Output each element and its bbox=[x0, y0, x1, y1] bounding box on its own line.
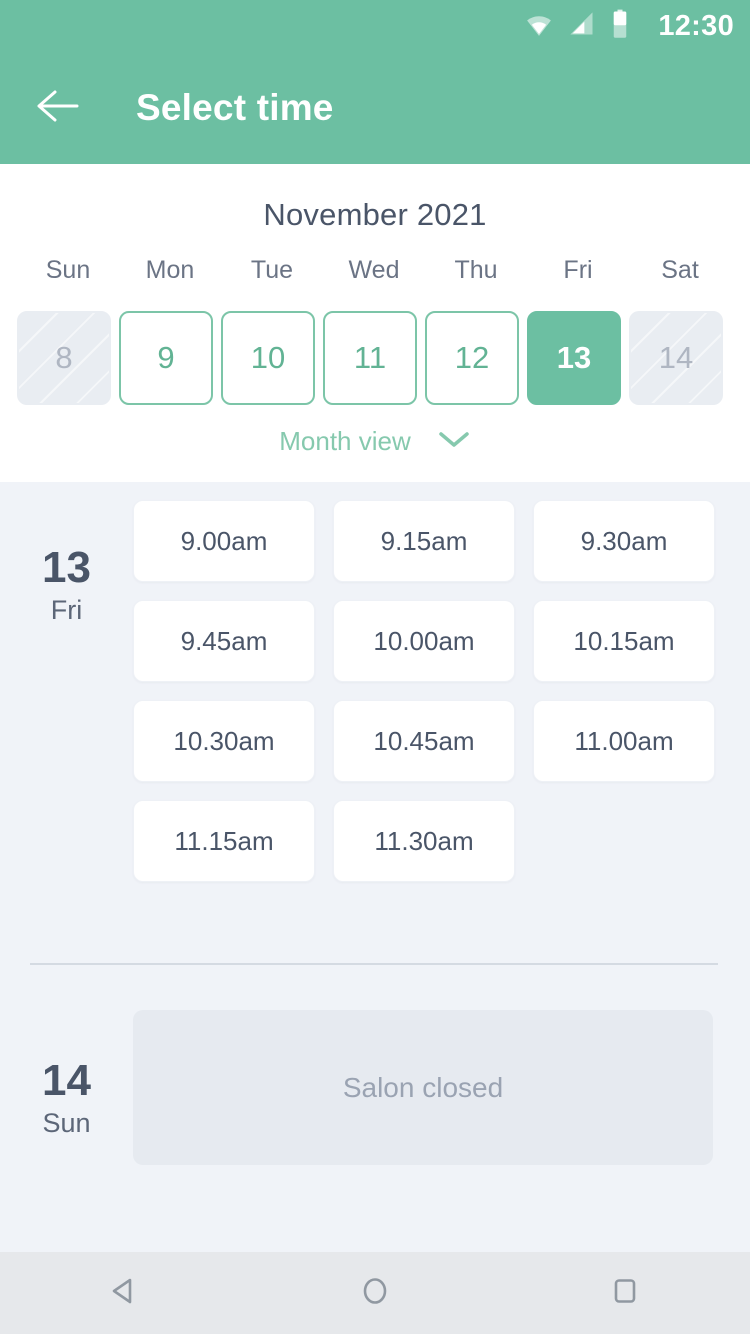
date-cell-row: 8 9 10 11 12 13 14 bbox=[17, 311, 731, 405]
time-slot[interactable]: 11.15am bbox=[133, 800, 315, 882]
weekday-header: Sat bbox=[661, 256, 699, 284]
time-slot[interactable]: 10.45am bbox=[333, 700, 515, 782]
phone-screen: 12:30 Select time November 2021 Sun Mon … bbox=[0, 0, 750, 1334]
time-slot[interactable]: 11.30am bbox=[333, 800, 515, 882]
calendar-month-title: November 2021 bbox=[263, 197, 487, 232]
date-cell-9[interactable]: 9 bbox=[119, 311, 213, 405]
weekday-header: Tue bbox=[250, 256, 294, 284]
nav-home-circle-icon bbox=[355, 1271, 395, 1316]
back-button[interactable] bbox=[28, 78, 88, 138]
weekday-header: Thu bbox=[454, 256, 498, 284]
date-cell-14: 14 bbox=[629, 311, 723, 405]
date-cell-10[interactable]: 10 bbox=[221, 311, 315, 405]
month-view-label: Month view bbox=[279, 426, 411, 456]
date-cell-12[interactable]: 12 bbox=[425, 311, 519, 405]
day-weekday: Fri bbox=[50, 595, 83, 626]
weekday-header: Fri bbox=[563, 256, 593, 284]
nav-back-triangle-icon bbox=[105, 1271, 145, 1316]
signal-icon bbox=[568, 10, 596, 43]
battery-icon bbox=[610, 9, 630, 44]
nav-recents-square-icon bbox=[605, 1271, 645, 1316]
nav-home-button[interactable] bbox=[325, 1252, 425, 1334]
time-slot[interactable]: 10.00am bbox=[333, 600, 515, 682]
page-title: Select time bbox=[136, 87, 334, 128]
status-icons: 12:30 bbox=[524, 9, 734, 44]
status-bar: 12:30 bbox=[0, 0, 750, 52]
section-divider bbox=[30, 963, 718, 965]
weekday-header: Sun bbox=[45, 256, 91, 284]
time-slot[interactable]: 9.30am bbox=[533, 500, 715, 582]
nav-back-button[interactable] bbox=[75, 1252, 175, 1334]
weekday-header: Wed bbox=[348, 256, 400, 284]
time-slot-grid: 9.00am 9.15am 9.30am 9.45am 10.00am 10.1… bbox=[133, 482, 715, 882]
time-slot[interactable]: 9.45am bbox=[133, 600, 315, 682]
schedule-day-13: 13 Fri 9.00am 9.15am 9.30am 9.45am 10.00… bbox=[0, 482, 750, 882]
schedule-day-14: 14 Sun Salon closed bbox=[0, 1010, 750, 1165]
day-label-13: 13 Fri bbox=[0, 482, 133, 882]
time-slot[interactable]: 9.15am bbox=[333, 500, 515, 582]
chevron-down-icon bbox=[437, 429, 471, 454]
app-bar: Select time bbox=[0, 52, 750, 164]
schedule-list: 13 Fri 9.00am 9.15am 9.30am 9.45am 10.00… bbox=[0, 482, 750, 1252]
weekday-header-row: Sun Mon Tue Wed Thu Fri Sat bbox=[0, 256, 750, 285]
time-slot[interactable]: 9.00am bbox=[133, 500, 315, 582]
day-label-14: 14 Sun bbox=[0, 1010, 133, 1165]
android-navigation-bar bbox=[0, 1252, 750, 1334]
time-slot[interactable]: 11.00am bbox=[533, 700, 715, 782]
date-cell-13[interactable]: 13 bbox=[527, 311, 621, 405]
weekday-header: Mon bbox=[145, 256, 195, 284]
time-slot[interactable]: 10.30am bbox=[133, 700, 315, 782]
calendar-strip: November 2021 Sun Mon Tue Wed Thu Fri Sa… bbox=[0, 164, 750, 482]
time-slot[interactable]: 10.15am bbox=[533, 600, 715, 682]
date-cell-8: 8 bbox=[17, 311, 111, 405]
month-view-toggle[interactable]: Month view bbox=[0, 426, 750, 457]
date-cell-11[interactable]: 11 bbox=[323, 311, 417, 405]
back-arrow-icon bbox=[36, 88, 80, 129]
day-weekday: Sun bbox=[42, 1108, 91, 1139]
status-bar-clock: 12:30 bbox=[658, 9, 734, 42]
day-number: 14 bbox=[42, 1056, 91, 1105]
day-number: 13 bbox=[42, 543, 91, 592]
nav-recents-button[interactable] bbox=[575, 1252, 675, 1334]
salon-closed-card: Salon closed bbox=[133, 1010, 713, 1165]
wifi-icon bbox=[524, 9, 554, 44]
